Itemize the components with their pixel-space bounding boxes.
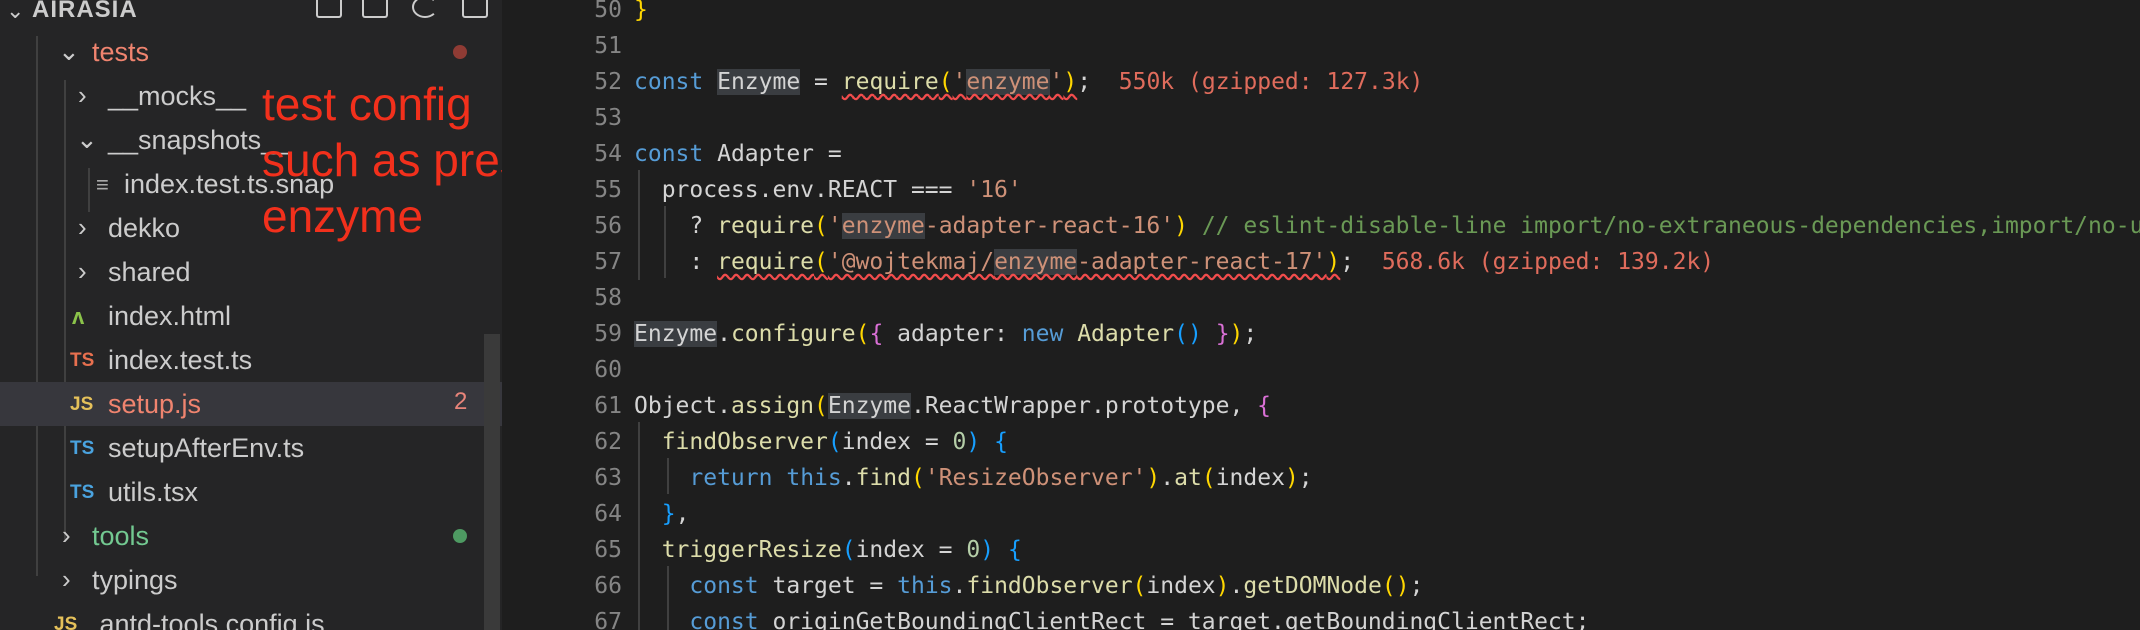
code-line-52: const Enzyme = require('enzyme'); 550k (… <box>634 69 1424 95</box>
code-line-56: ? require('enzyme-adapter-react-16') // … <box>634 213 2140 239</box>
line-number: 62 <box>594 429 622 455</box>
tree-file-antd-tools-config[interactable]: JS .antd-tools.config.js <box>0 602 502 630</box>
explorer-section-title: AIRASIA <box>32 0 138 23</box>
tree-folder-tools[interactable]: › tools <box>0 514 502 558</box>
code-line-61: Object.assign(Enzyme.ReactWrapper.protot… <box>634 393 1272 419</box>
tree-item-label: index.html <box>108 301 232 331</box>
sidebar-scrollbar[interactable] <box>484 334 500 630</box>
explorer-sidebar: ⌄ AIRASIA ⌄ tests › __mocks__ ⌄ __snapsh… <box>0 0 502 630</box>
tree-folder-shared[interactable]: › shared <box>0 250 502 294</box>
code-line-62: findObserver(index = 0) { <box>661 429 1008 455</box>
tree-folder-tests[interactable]: ⌄ tests <box>0 30 502 74</box>
chevron-right-icon: › <box>78 212 87 242</box>
line-number: 65 <box>594 537 622 563</box>
html-file-icon: ʌ <box>72 304 85 329</box>
code-editor[interactable]: 50 51 52 53 54 55 56 57 58 59 60 61 62 63 64 65 66 67 } c… <box>502 0 2140 630</box>
code-line-54: const Adapter = <box>634 141 842 167</box>
typescript-file-icon: TS <box>70 482 95 503</box>
tree-file-setup-after-env[interactable]: TS setupAfterEnv.ts <box>0 426 502 470</box>
import-size-hint: 568.6k (gzipped: 139.2k) <box>1381 249 1715 275</box>
line-number: 60 <box>594 357 622 383</box>
annotation-line-3: enzyme <box>262 190 424 242</box>
code-line-50: } <box>634 0 648 23</box>
tree-item-label: typings <box>92 565 178 595</box>
tree-file-index-html[interactable]: ʌ index.html <box>0 294 502 338</box>
chevron-right-icon: › <box>78 80 87 110</box>
line-number: 55 <box>594 177 622 203</box>
tree-item-label: dekko <box>108 213 181 243</box>
line-number: 56 <box>594 213 622 239</box>
tree-item-label: __mocks__ <box>108 81 247 111</box>
chevron-right-icon: › <box>62 564 71 594</box>
line-number: 63 <box>594 465 622 491</box>
new-folder-icon[interactable] <box>362 0 388 18</box>
modified-dot-icon <box>453 45 467 59</box>
code-line-66: const target = this.findObserver(index).… <box>689 573 1424 599</box>
line-number: 67 <box>594 609 622 630</box>
line-number: 58 <box>594 285 622 311</box>
tree-folder-dekko[interactable]: › dekko <box>0 206 502 250</box>
tree-file-utils-tsx[interactable]: TS utils.tsx <box>0 470 502 514</box>
tree-item-label: shared <box>108 257 191 287</box>
chevron-right-icon: › <box>78 256 87 286</box>
code-line-65: triggerResize(index = 0) { <box>661 537 1022 563</box>
tree-item-label: .antd-tools.config.js <box>92 609 325 630</box>
code-line-64: }, <box>661 501 690 527</box>
tree-item-label: utils.tsx <box>108 477 199 507</box>
new-file-icon[interactable] <box>316 0 342 18</box>
explorer-section-header[interactable]: ⌄ AIRASIA <box>0 0 502 26</box>
tree-item-label: tests <box>92 37 150 67</box>
chevron-right-icon: › <box>62 520 71 550</box>
line-number: 59 <box>594 321 622 347</box>
collapse-all-icon[interactable] <box>462 0 488 18</box>
chevron-down-icon[interactable]: ⌄ <box>6 0 24 24</box>
typescript-file-icon: TS <box>70 350 95 371</box>
line-number: 64 <box>594 501 622 527</box>
refresh-icon[interactable] <box>412 0 438 18</box>
tree-file-setup-js[interactable]: JS setup.js 2 <box>0 382 502 426</box>
code-line-55: process.env.REACT === '16' <box>634 177 1022 203</box>
file-lines-icon: ≡ <box>96 172 109 197</box>
line-number: 52 <box>594 69 622 95</box>
problem-count-badge: 2 <box>454 388 468 415</box>
tree-item-label: index.test.ts <box>108 345 253 375</box>
chevron-down-icon: ⌄ <box>76 124 98 154</box>
code-line-59: Enzyme.configure({ adapter: new Adapter(… <box>634 321 1258 347</box>
tree-item-label: setup.js <box>108 389 202 419</box>
tree-file-index-test-ts[interactable]: TS index.test.ts <box>0 338 502 382</box>
tree-folder-typings[interactable]: › typings <box>0 558 502 602</box>
line-number: 61 <box>594 393 622 419</box>
line-number: 57 <box>594 249 622 275</box>
line-number: 50 <box>594 0 622 23</box>
import-size-hint: 550k (gzipped: 127.3k) <box>1118 69 1424 95</box>
annotation-line-2: such as preset <box>262 134 502 186</box>
line-number: 66 <box>594 573 622 599</box>
typescript-file-icon: TS <box>70 438 95 459</box>
line-number: 51 <box>594 33 622 59</box>
annotation-line-1: test config <box>262 78 472 130</box>
javascript-file-icon: JS <box>54 614 78 630</box>
line-number: 53 <box>594 105 622 131</box>
code-line-63: return this.find('ResizeObserver').at(in… <box>689 465 1313 491</box>
javascript-file-icon: JS <box>70 394 94 415</box>
code-line-67: const originGetBoundingClientRect = targ… <box>689 609 1590 630</box>
added-dot-icon <box>453 529 467 543</box>
tree-item-label: setupAfterEnv.ts <box>108 433 305 463</box>
chevron-down-icon: ⌄ <box>58 36 80 66</box>
line-number: 54 <box>594 141 622 167</box>
code-line-57: : require('@wojtekmaj/enzyme-adapter-rea… <box>634 249 1715 275</box>
tree-item-label: tools <box>92 521 150 551</box>
